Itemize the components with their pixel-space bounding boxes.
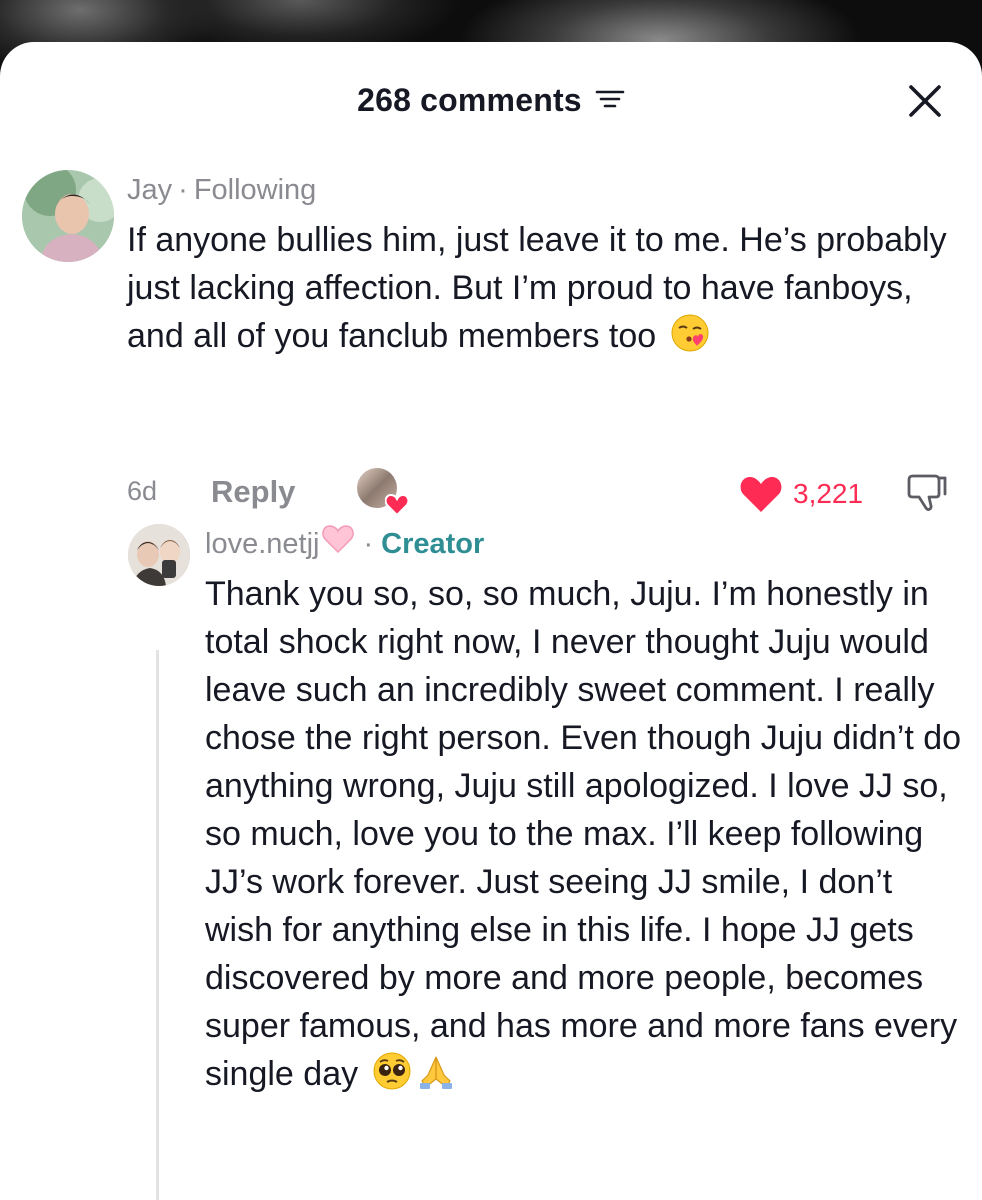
comment-body: Jay · Following If anyone bullies him, jus… [127,170,957,516]
pink-heart-emoji-icon [321,524,355,565]
avatar[interactable] [128,524,190,586]
reply-meta: love.netjj · Creator [205,524,975,564]
creator-badge: Creator [381,528,485,560]
comment-meta: Jay · Following [127,170,957,210]
close-button[interactable] [908,84,942,118]
comment-text: If anyone bullies him, just leave it to … [127,216,957,366]
pleading-face-emoji-icon [372,1051,412,1104]
kissing-face-with-heart-emoji-icon [670,313,710,366]
comments-title: 268 comments [0,82,982,119]
following-label: Following [193,174,317,206]
reply-button[interactable]: Reply [211,474,295,510]
like-button[interactable]: 3,221 [739,470,863,518]
close-icon [909,85,941,117]
reply-text-content: Thank you so, so, so much, Juju. I’m hon… [205,575,962,1093]
comment-actions: 6d Reply 3,221 [127,466,957,526]
comment-text-content: If anyone bullies him, just leave it to … [127,221,947,355]
heart-filled-icon [740,477,782,512]
folded-hands-emoji-icon [416,1051,456,1104]
reply-thread-line [156,650,159,1200]
meta-separator: · [178,174,188,206]
heart-icon [385,494,409,516]
reply-username[interactable]: love.netjj [205,524,319,564]
thumbs-down-icon [907,474,947,511]
comment-username[interactable]: Jay [127,174,172,206]
reply-body: love.netjj · Creator Thank you so, so, s… [205,524,975,1104]
liked-by-creator-badge [357,468,409,516]
sort-filter-icon[interactable] [595,81,625,118]
comments-header: 268 comments [0,42,982,158]
reply-text: Thank you so, so, so much, Juju. I’m hon… [205,570,965,1104]
dislike-button[interactable] [905,470,951,516]
like-count: 3,221 [793,478,864,509]
comments-count-label: 268 comments [357,82,582,118]
meta-separator: · [363,528,374,560]
avatar[interactable] [22,170,114,262]
comment-timestamp: 6d [127,476,158,506]
comments-sheet: 268 comments Jay · Following If anyone b… [0,42,982,1200]
